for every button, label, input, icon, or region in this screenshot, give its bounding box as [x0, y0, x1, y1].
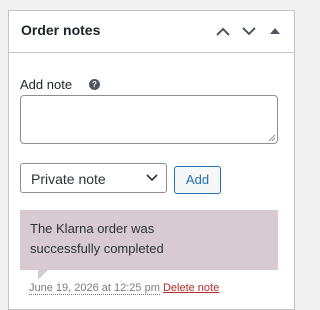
- panel-header: Order notes: [9, 11, 294, 53]
- move-down-button[interactable]: [239, 21, 259, 41]
- note-item: The Klarna order was successfully comple…: [20, 210, 278, 270]
- toggle-panel-button[interactable]: [265, 21, 285, 41]
- chevron-up-icon: [216, 27, 230, 36]
- add-note-button[interactable]: Add: [174, 166, 221, 194]
- note-textarea[interactable]: [20, 95, 278, 144]
- note-bubble-tail: [38, 270, 48, 280]
- resize-handle-icon[interactable]: [268, 134, 276, 142]
- add-note-label: Add note: [20, 77, 73, 92]
- chevron-down-icon: [146, 174, 158, 182]
- caret-up-icon: [270, 28, 280, 34]
- help-icon[interactable]: ?: [89, 79, 100, 90]
- delete-note-link[interactable]: Delete note: [163, 282, 219, 294]
- chevron-down-icon: [242, 26, 256, 35]
- note-type-selected-value: Private note: [31, 171, 106, 187]
- panel-title: Order notes: [21, 22, 101, 38]
- note-meta: June 19, 2026 at 12:25 pm Delete note: [29, 282, 219, 295]
- note-type-select[interactable]: Private note: [20, 163, 167, 193]
- order-notes-panel: Order notes Add note ? Private note Add: [8, 10, 295, 310]
- move-up-button[interactable]: [213, 21, 233, 41]
- note-content: The Klarna order was successfully comple…: [30, 221, 164, 256]
- note-date: June 19, 2026 at 12:25 pm: [29, 282, 160, 295]
